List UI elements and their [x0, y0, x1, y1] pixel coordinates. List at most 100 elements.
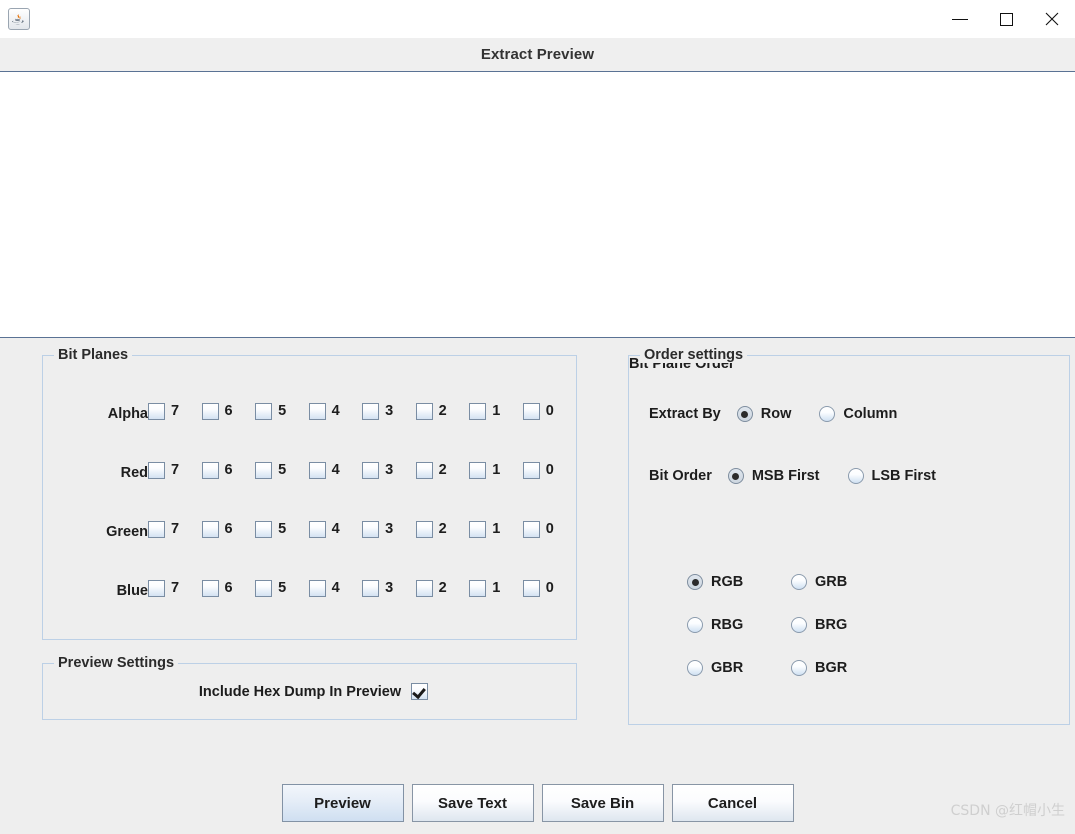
- close-button[interactable]: [1029, 0, 1075, 38]
- checkbox-item-alpha-0[interactable]: 0: [523, 403, 554, 420]
- checkbox-item-alpha-1[interactable]: 1: [469, 403, 500, 420]
- checkbox-alpha-0[interactable]: [523, 403, 540, 420]
- checkbox-item-green-4[interactable]: 4: [309, 521, 340, 538]
- checkbox-red-4[interactable]: [309, 462, 326, 479]
- checkbox-item-alpha-6[interactable]: 6: [202, 403, 233, 420]
- checkbox-green-6[interactable]: [202, 521, 219, 538]
- checkbox-red-5[interactable]: [255, 462, 272, 479]
- checkbox-green-3[interactable]: [362, 521, 379, 538]
- checkbox-item-red-0[interactable]: 0: [523, 462, 554, 479]
- checkbox-blue-2[interactable]: [416, 580, 433, 597]
- radio-bgr[interactable]: [791, 660, 807, 676]
- checkbox-alpha-3[interactable]: [362, 403, 379, 420]
- checkbox-item-green-5[interactable]: 5: [255, 521, 286, 538]
- radio-rbg[interactable]: [687, 617, 703, 633]
- checkbox-blue-7[interactable]: [148, 580, 165, 597]
- radio-brg[interactable]: [791, 617, 807, 633]
- radio-grb[interactable]: [791, 574, 807, 590]
- radio-item-rgb[interactable]: RGB: [687, 574, 791, 590]
- checkbox-blue-1[interactable]: [469, 580, 486, 597]
- checkbox-item-alpha-3[interactable]: 3: [362, 403, 393, 420]
- checkbox-item-green-0[interactable]: 0: [523, 521, 554, 538]
- checkbox-item-alpha-2[interactable]: 2: [416, 403, 447, 420]
- checkbox-item-alpha-4[interactable]: 4: [309, 403, 340, 420]
- checkbox-red-6[interactable]: [202, 462, 219, 479]
- checkbox-item-alpha-7[interactable]: 7: [148, 403, 179, 420]
- radio-gbr[interactable]: [687, 660, 703, 676]
- radio-lsb-first[interactable]: [848, 468, 864, 484]
- checkbox-item-red-2[interactable]: 2: [416, 462, 447, 479]
- checkbox-red-1[interactable]: [469, 462, 486, 479]
- checkbox-item-green-2[interactable]: 2: [416, 521, 447, 538]
- cancel-button[interactable]: Cancel: [672, 784, 794, 822]
- preview-text-area[interactable]: [0, 71, 1075, 338]
- checkbox-blue-4[interactable]: [309, 580, 326, 597]
- checkbox-include-hex-dump[interactable]: [411, 683, 428, 700]
- bit-label: 3: [385, 462, 393, 478]
- checkbox-green-7[interactable]: [148, 521, 165, 538]
- checkbox-alpha-7[interactable]: [148, 403, 165, 420]
- checkbox-item-green-6[interactable]: 6: [202, 521, 233, 538]
- checkbox-alpha-4[interactable]: [309, 403, 326, 420]
- bit-label: 0: [546, 521, 554, 537]
- radio-item-rbg[interactable]: RBG: [687, 617, 791, 633]
- radio-item-grb[interactable]: GRB: [791, 574, 895, 590]
- checkbox-red-3[interactable]: [362, 462, 379, 479]
- radio-item-extract-column[interactable]: Column: [819, 406, 897, 422]
- checkbox-green-4[interactable]: [309, 521, 326, 538]
- radio-item-brg[interactable]: BRG: [791, 617, 895, 633]
- checkbox-green-5[interactable]: [255, 521, 272, 538]
- checkbox-item-blue-7[interactable]: 7: [148, 580, 179, 597]
- order-settings-group-title: Order settings: [640, 347, 747, 363]
- checkbox-item-red-4[interactable]: 4: [309, 462, 340, 479]
- checkbox-green-2[interactable]: [416, 521, 433, 538]
- include-hex-dump-row[interactable]: Include Hex Dump In Preview: [43, 664, 576, 719]
- checkbox-item-red-5[interactable]: 5: [255, 462, 286, 479]
- radio-item-bgr[interactable]: BGR: [791, 660, 895, 676]
- checkbox-blue-0[interactable]: [523, 580, 540, 597]
- checkbox-alpha-5[interactable]: [255, 403, 272, 420]
- radio-item-gbr[interactable]: GBR: [687, 660, 791, 676]
- radio-extract-row[interactable]: [737, 406, 753, 422]
- checkbox-item-blue-6[interactable]: 6: [202, 580, 233, 597]
- minimize-button[interactable]: [937, 0, 983, 38]
- preview-button[interactable]: Preview: [282, 784, 404, 822]
- checkbox-item-blue-2[interactable]: 2: [416, 580, 447, 597]
- checkbox-green-1[interactable]: [469, 521, 486, 538]
- save-text-button[interactable]: Save Text: [412, 784, 534, 822]
- checkbox-item-alpha-5[interactable]: 5: [255, 403, 286, 420]
- radio-extract-column[interactable]: [819, 406, 835, 422]
- checkbox-blue-6[interactable]: [202, 580, 219, 597]
- checkbox-item-blue-0[interactable]: 0: [523, 580, 554, 597]
- checkbox-item-blue-5[interactable]: 5: [255, 580, 286, 597]
- checkbox-item-blue-3[interactable]: 3: [362, 580, 393, 597]
- checkbox-blue-5[interactable]: [255, 580, 272, 597]
- checkbox-item-red-6[interactable]: 6: [202, 462, 233, 479]
- save-bin-button[interactable]: Save Bin: [542, 784, 664, 822]
- checkbox-item-green-3[interactable]: 3: [362, 521, 393, 538]
- checkbox-item-blue-1[interactable]: 1: [469, 580, 500, 597]
- checkbox-item-red-7[interactable]: 7: [148, 462, 179, 479]
- checkbox-red-0[interactable]: [523, 462, 540, 479]
- checkbox-item-red-1[interactable]: 1: [469, 462, 500, 479]
- checkbox-red-7[interactable]: [148, 462, 165, 479]
- checkbox-item-red-3[interactable]: 3: [362, 462, 393, 479]
- checkbox-green-0[interactable]: [523, 521, 540, 538]
- checkbox-blue-3[interactable]: [362, 580, 379, 597]
- maximize-button[interactable]: [983, 0, 1029, 38]
- checkbox-alpha-2[interactable]: [416, 403, 433, 420]
- checkbox-red-2[interactable]: [416, 462, 433, 479]
- bit-planes-group-title: Bit Planes: [54, 347, 132, 363]
- checkbox-item-green-7[interactable]: 7: [148, 521, 179, 538]
- dialog-title: Extract Preview: [0, 38, 1075, 71]
- checkbox-item-green-1[interactable]: 1: [469, 521, 500, 538]
- radio-item-extract-row[interactable]: Row: [737, 406, 792, 422]
- radio-msb-first[interactable]: [728, 468, 744, 484]
- radio-item-msb-first[interactable]: MSB First: [728, 468, 820, 484]
- checkbox-alpha-1[interactable]: [469, 403, 486, 420]
- radio-rgb[interactable]: [687, 574, 703, 590]
- bit-label: 2: [439, 403, 447, 419]
- checkbox-alpha-6[interactable]: [202, 403, 219, 420]
- checkbox-item-blue-4[interactable]: 4: [309, 580, 340, 597]
- radio-item-lsb-first[interactable]: LSB First: [848, 468, 936, 484]
